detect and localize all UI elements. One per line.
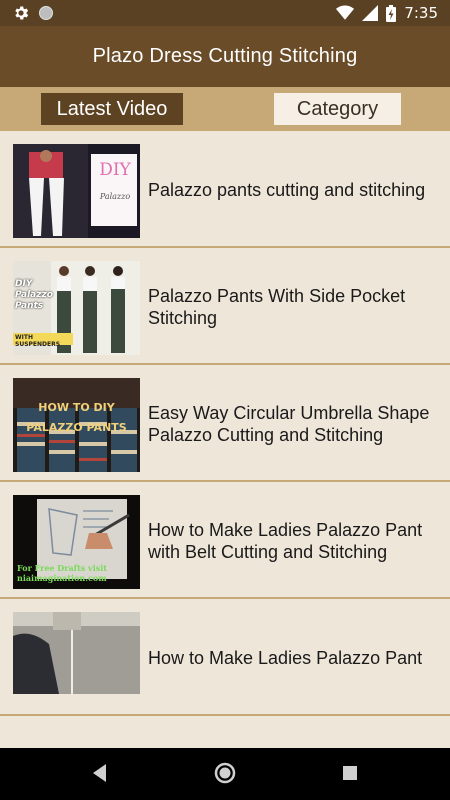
recents-icon[interactable] bbox=[341, 762, 361, 784]
status-right-icons: 7:35 bbox=[336, 4, 438, 22]
circle-icon bbox=[38, 5, 54, 21]
video-title[interactable]: Easy Way Circular Umbrella Shape Palazzo… bbox=[148, 391, 438, 457]
list-item[interactable]: For Free Drafts visit niaimagination.com… bbox=[0, 482, 450, 599]
video-thumbnail[interactable]: HOW TO DIY PALAZZO PANTS bbox=[13, 378, 140, 472]
video-thumbnail[interactable]: DIY Palazzo bbox=[13, 144, 140, 238]
list-item[interactable]: DIY Palazzo Pants WITH SUSPENDERS Palazz… bbox=[0, 248, 450, 365]
wifi-icon bbox=[336, 5, 355, 21]
tab-category[interactable]: Category bbox=[274, 93, 401, 125]
home-icon[interactable] bbox=[214, 762, 236, 784]
video-thumbnail[interactable]: DIY Palazzo Pants WITH SUSPENDERS bbox=[13, 261, 140, 355]
video-list[interactable]: DIY Palazzo Palazzo pants cutting and st… bbox=[0, 131, 450, 748]
list-item[interactable]: How to Make Ladies Palazzo Pant bbox=[0, 599, 450, 716]
thumb-text: DIY Palazzo Pants bbox=[15, 279, 53, 311]
app-bar: Plazo Dress Cutting Stitching bbox=[0, 26, 450, 87]
thumb-subtext: WITH SUSPENDERS bbox=[15, 334, 61, 348]
video-title[interactable]: How to Make Ladies Palazzo Pant with Bel… bbox=[148, 508, 438, 574]
video-title[interactable]: How to Make Ladies Palazzo Pant bbox=[148, 625, 438, 691]
status-left-icons bbox=[12, 4, 54, 22]
video-title[interactable]: Palazzo pants cutting and stitching bbox=[148, 157, 438, 223]
battery-charging-icon bbox=[386, 4, 397, 22]
gear-icon bbox=[12, 4, 30, 22]
video-thumbnail[interactable] bbox=[13, 612, 140, 694]
thumb-subtext: Palazzo bbox=[99, 192, 131, 201]
tab-latest-video[interactable]: Latest Video bbox=[41, 93, 183, 125]
thumb-subtext: niaimagination.com bbox=[17, 573, 107, 583]
cell-signal-icon bbox=[362, 5, 379, 21]
thumb-text: For Free Drafts visit bbox=[17, 563, 107, 573]
list-item[interactable]: HOW TO DIY PALAZZO PANTS Easy Way Circul… bbox=[0, 365, 450, 482]
list-item[interactable]: DIY Palazzo Palazzo pants cutting and st… bbox=[0, 131, 450, 248]
video-thumbnail[interactable]: For Free Drafts visit niaimagination.com bbox=[13, 495, 140, 589]
app-title: Plazo Dress Cutting Stitching bbox=[92, 45, 358, 67]
tab-bar: Latest Video Category bbox=[0, 87, 450, 131]
thumb-text: DIY bbox=[99, 160, 131, 180]
video-title[interactable]: Palazzo Pants With Side Pocket Stitching bbox=[148, 274, 438, 340]
nav-bar bbox=[0, 748, 450, 800]
back-icon[interactable] bbox=[90, 762, 110, 784]
status-time: 7:35 bbox=[404, 4, 438, 22]
status-bar: 7:35 bbox=[0, 0, 450, 26]
thumb-text: HOW TO DIY PALAZZO PANTS bbox=[26, 401, 127, 434]
